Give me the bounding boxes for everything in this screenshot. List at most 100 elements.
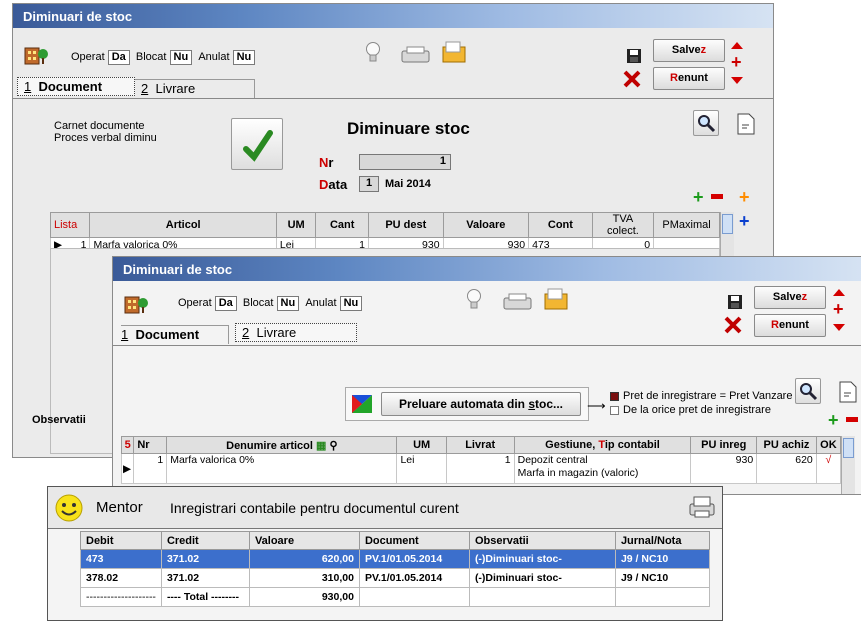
scroll-thumb[interactable] [843, 438, 854, 458]
observatii-label: Observatii [32, 414, 86, 426]
arrow-up-icon[interactable] [833, 289, 845, 296]
cell-credit: 371.02 [160, 568, 250, 588]
arrow-down-icon[interactable] [731, 77, 743, 84]
save-button[interactable]: Salvez [754, 286, 826, 309]
tab-document[interactable]: 1 Document [17, 77, 135, 96]
mentor-window: Mentor Inregistrari contabile pentru doc… [47, 486, 723, 621]
tab-livrare-num: 2 [141, 81, 149, 96]
confirm-checkmark-button[interactable] [231, 118, 283, 170]
checkmark-icon [243, 130, 273, 162]
tab-divider [13, 98, 773, 99]
preluare-automata-button[interactable]: Preluare automata din stoc... [381, 392, 581, 416]
col-gestiune-label: Gestiune, [545, 439, 599, 451]
anulat-label: Anulat [305, 297, 337, 309]
cancel-x-icon[interactable] [723, 316, 743, 334]
search-button[interactable] [795, 378, 821, 404]
folder-icon[interactable] [441, 40, 469, 64]
cancel-button[interactable]: Renunt [754, 314, 826, 337]
operat-value: Da [107, 50, 130, 65]
remove-row-icon[interactable] [711, 194, 723, 199]
option2-label: De la orice pret de inregistrare [623, 404, 771, 416]
save-icon[interactable] [727, 294, 743, 310]
diminuari-window-livrare: Diminuari de stoc Operat Da Blocat Nu An… [112, 256, 861, 495]
tab-livrare[interactable]: 2 Livrare [235, 323, 357, 342]
printer-icon[interactable] [688, 495, 716, 519]
tab-document-label: Document [38, 79, 103, 94]
col-pu-achiz: PU achiz [756, 436, 817, 454]
col-denumire: Denumire articol ▦ ⚲ [166, 436, 398, 454]
lightbulb-icon[interactable] [466, 287, 482, 311]
cell-debit: 378.02 [80, 568, 162, 588]
nr-accel: N [319, 155, 329, 170]
save-button[interactable]: Salvez [653, 39, 725, 62]
tab-livrare[interactable]: 2 Livrare [135, 79, 255, 98]
folder-icon[interactable] [543, 287, 571, 311]
operat-label: Operat [71, 51, 105, 63]
cell-gestiune[interactable]: Depozit central Marfa in magazin (valori… [513, 453, 692, 484]
cancel-button[interactable]: Renunt [653, 67, 725, 90]
save-icon[interactable] [626, 48, 642, 64]
total-debit-dashes: -------------------- [80, 587, 162, 607]
add-row-icon[interactable]: + [828, 411, 839, 429]
document-icon[interactable] [837, 380, 859, 404]
table-row[interactable]: ▶ 1 Marfa valorica 0% Lei 1 Depozit cent… [120, 453, 842, 484]
cell-jurnal: J9 / NC10 [614, 568, 710, 588]
col-nr: Nr [133, 436, 168, 454]
table-row[interactable]: 473 371.02 620,00 PV.1/01.05.2014 (-)Dim… [80, 549, 710, 569]
articole-table: Lista Articol UM Cant PU dest Valoare Co… [49, 212, 720, 253]
table-row[interactable]: 378.02 371.02 310,00 PV.1/01.05.2014 (-)… [80, 568, 710, 588]
building-icon [24, 47, 48, 65]
col-debit: Debit [80, 531, 162, 550]
cell-document: PV.1/01.05.2014 [358, 549, 470, 569]
add-red-icon[interactable]: + [731, 53, 742, 71]
printer-icon[interactable] [503, 293, 533, 311]
tree-icon[interactable]: ▦ [316, 440, 326, 452]
cell-valoare: 620,00 [248, 549, 360, 569]
carnet-value[interactable]: Proces verbal diminu [54, 132, 157, 144]
cell-jurnal: J9 / NC10 [614, 549, 710, 569]
remove-row-icon[interactable] [846, 417, 858, 422]
add-blue-icon[interactable]: + [739, 212, 750, 230]
window-title: Diminuari de stoc [113, 257, 861, 281]
col-gestiune-label-end: ip contabil [604, 439, 660, 451]
save-label: Salve [671, 44, 701, 56]
cell-debit: 473 [80, 549, 162, 569]
option2-radio[interactable] [610, 406, 619, 415]
cell-pu-inreg[interactable]: 930 [690, 453, 758, 484]
add-row-icon[interactable]: + [693, 188, 704, 206]
table-scrollbar[interactable] [841, 436, 855, 494]
color-blocks-icon [352, 395, 372, 413]
data-month-year[interactable]: Mai 2014 [385, 178, 431, 190]
cell-um[interactable]: Lei [396, 453, 447, 484]
add-orange-icon[interactable]: + [739, 188, 750, 206]
option1-radio[interactable] [610, 392, 619, 401]
cell-pu-achiz[interactable]: 620 [756, 453, 817, 484]
row-pointer-icon: ▶ [120, 453, 135, 484]
scroll-thumb[interactable] [722, 214, 733, 234]
blocat-value: Nu [169, 50, 193, 65]
tab-document[interactable]: 1 Document [121, 325, 229, 344]
col-tva: TVA colect. [591, 212, 655, 238]
preluare-label-end: toc... [535, 397, 564, 411]
lightbulb-icon[interactable] [365, 40, 381, 64]
document-title: Diminuare stoc [347, 119, 470, 138]
cell-ok-check[interactable]: √ [815, 453, 842, 484]
printer-icon[interactable] [401, 46, 431, 64]
binoculars-icon[interactable]: ⚲ [329, 440, 337, 452]
search-button[interactable] [693, 110, 719, 136]
arrow-up-icon[interactable] [731, 42, 743, 49]
add-red-icon[interactable]: + [833, 300, 844, 318]
total-row: -------------------- ---- Total --------… [80, 587, 710, 607]
nr-field[interactable]: 1 [359, 154, 451, 170]
cancel-x-icon[interactable] [622, 70, 642, 88]
cell-livrat[interactable]: 1 [445, 453, 515, 484]
col-valoare: Valoare [248, 531, 360, 550]
cancel-accel: R [771, 319, 779, 331]
data-day-field[interactable]: 1 [359, 176, 379, 192]
col-ok: OK [815, 436, 842, 454]
arrow-down-icon[interactable] [833, 324, 845, 331]
document-icon[interactable] [735, 112, 757, 136]
col-cont: Cont [528, 212, 593, 238]
cell-denumire[interactable]: Marfa valorica 0% [166, 453, 398, 484]
tab-document-label: Document [135, 327, 200, 342]
